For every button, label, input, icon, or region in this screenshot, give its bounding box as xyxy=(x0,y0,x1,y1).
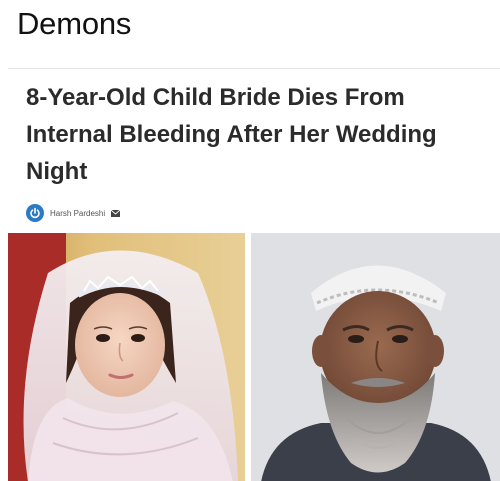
power-logo-icon xyxy=(26,204,44,222)
meme: Demons 8-Year-Old Child Bride Dies From … xyxy=(0,0,500,481)
envelope-icon[interactable] xyxy=(110,204,121,222)
bearded-man-photo xyxy=(251,233,500,481)
meme-caption: Demons xyxy=(17,6,132,41)
article-card: 8-Year-Old Child Bride Dies From Interna… xyxy=(8,68,500,481)
girl-in-veil-photo xyxy=(8,233,245,481)
article-headline: 8-Year-Old Child Bride Dies From Interna… xyxy=(26,84,437,185)
author-name[interactable]: Harsh Pardeshi xyxy=(50,209,105,218)
author-byline: Harsh Pardeshi xyxy=(26,203,121,223)
